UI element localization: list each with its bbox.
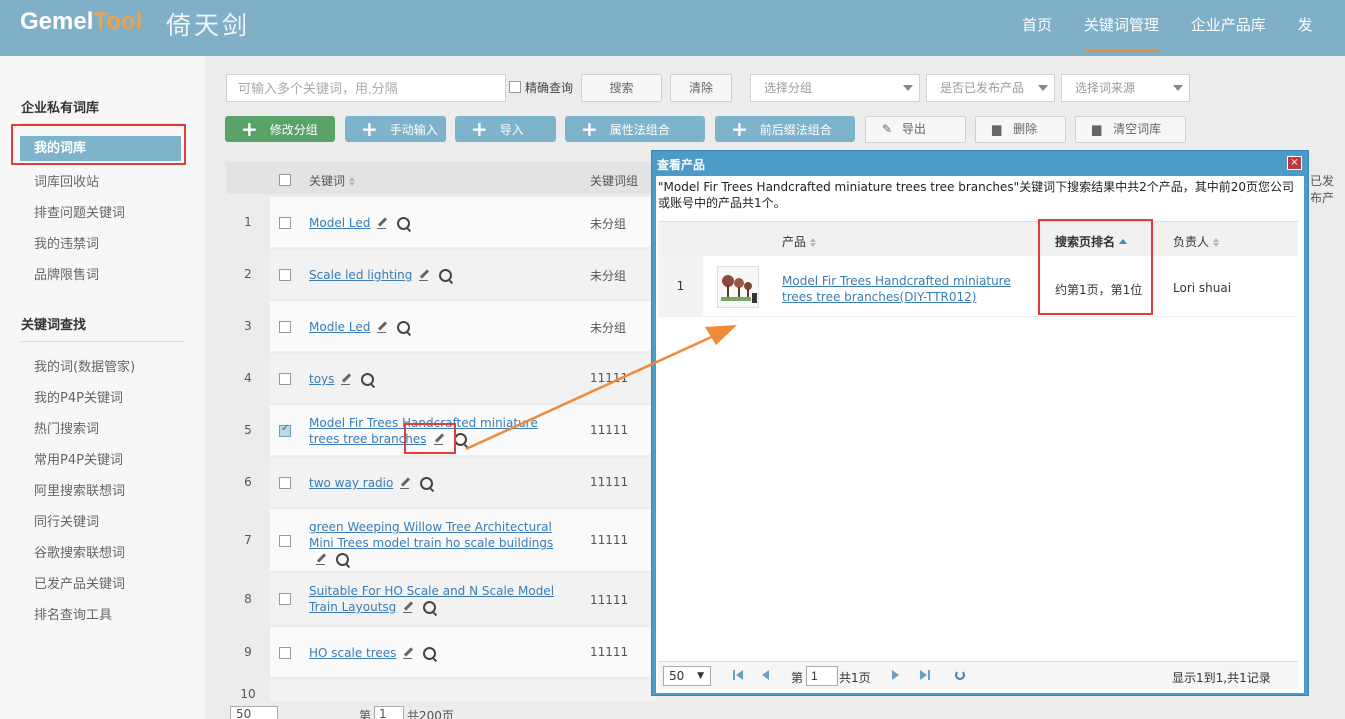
arrow-head [705, 325, 737, 345]
annotation-arrow [465, 325, 737, 451]
arrow-line [465, 332, 719, 451]
